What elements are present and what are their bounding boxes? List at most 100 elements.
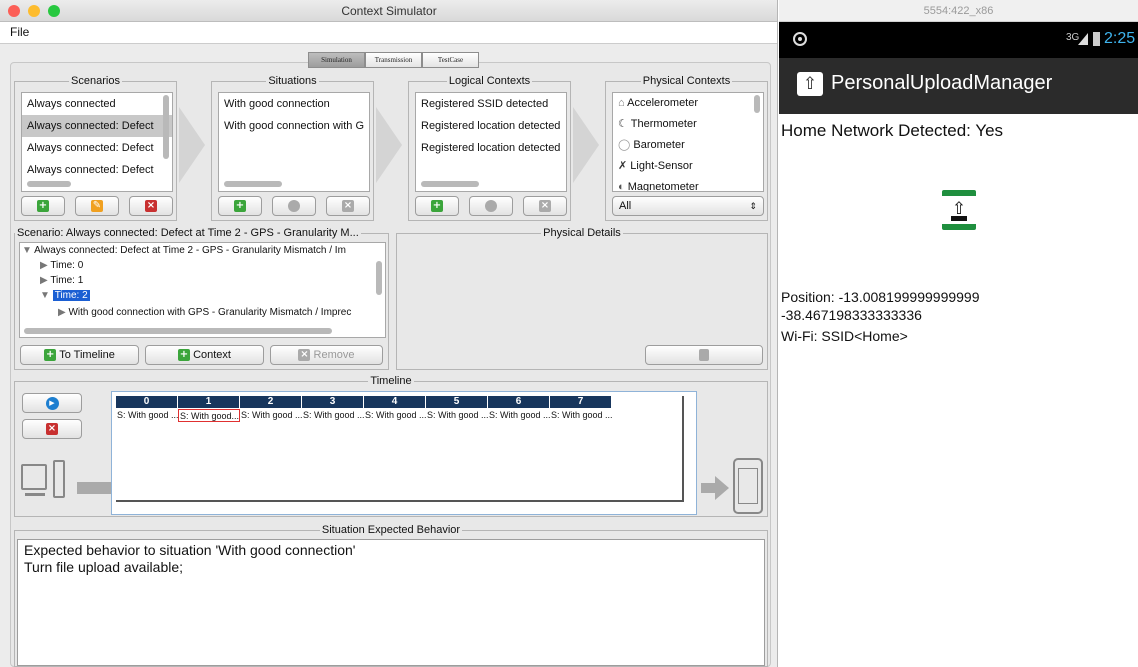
timeline-column-header[interactable]: 0	[116, 396, 178, 408]
list-item-label: Accelerometer	[627, 97, 699, 109]
list-item-label: Magnetometer	[627, 181, 699, 192]
list-item[interactable]: With good connection	[219, 93, 369, 115]
to-timeline-button[interactable]: + To Timeline	[20, 345, 139, 365]
timeline-column-header[interactable]: 6	[488, 396, 550, 408]
horizontal-scrollbar[interactable]	[24, 328, 332, 334]
list-item[interactable]: Always connected: Defect	[22, 159, 172, 181]
scenario-tree[interactable]: ▼ Always connected: Defect at Time 2 - G…	[19, 242, 386, 338]
timeline-column-header[interactable]: 5	[426, 396, 488, 408]
position-line: Position: -13.008199999999999	[781, 289, 980, 305]
filter-value: All	[619, 200, 632, 212]
play-button[interactable]: ▶	[22, 393, 82, 413]
timeline-cell[interactable]: S: With good ...	[488, 409, 550, 422]
timeline-column-header[interactable]: 3	[302, 396, 364, 408]
timeline-column-header[interactable]: 1	[178, 396, 240, 408]
edit-disabled-icon	[485, 200, 497, 212]
context-button[interactable]: + Context	[145, 345, 264, 365]
timeline-cell[interactable]: S: With good ...	[240, 409, 302, 422]
menu-file[interactable]: File	[10, 25, 29, 39]
tree-node-label: Time: 0	[50, 260, 84, 271]
remove-button[interactable]: × Remove	[270, 345, 383, 365]
tree-node-time-0[interactable]: ▶ Time: 0	[40, 260, 83, 272]
list-item[interactable]: ✗ Light-Sensor	[613, 156, 763, 177]
tree-node-time-1[interactable]: ▶ Time: 1	[40, 275, 83, 287]
timeline-column-header[interactable]: 7	[550, 396, 612, 408]
situations-list[interactable]: With good connection With good connectio…	[218, 92, 370, 192]
thermometer-icon: ☾	[618, 118, 628, 130]
timeline-cell-selected[interactable]: S: With good...	[178, 409, 240, 422]
timeline-table[interactable]: 0 1 2 3 4 5 6 7 S: With good ... S: With…	[111, 391, 697, 515]
physical-contexts-list[interactable]: ⌂ Accelerometer ☾ Thermometer ◯ Baromete…	[612, 92, 764, 192]
scenarios-group: Scenarios Always connected Always connec…	[14, 75, 177, 221]
save-physical-details-button[interactable]	[645, 345, 763, 365]
vertical-scrollbar[interactable]	[376, 261, 382, 295]
delete-disabled-icon: ×	[342, 200, 354, 212]
timeline-cell[interactable]: S: With good ...	[302, 409, 364, 422]
mode-tabs: Simulation Transmission TestCase	[308, 52, 479, 68]
scenarios-title: Scenarios	[69, 75, 122, 87]
upload-button[interactable]: ⇧	[942, 190, 976, 230]
tab-testcase[interactable]: TestCase	[422, 52, 479, 68]
list-item[interactable]: Always connected	[22, 93, 172, 115]
edit-logical-context-button[interactable]	[469, 196, 513, 216]
arrow-head-decoration	[715, 476, 729, 500]
timeline-cell[interactable]: S: With good ...	[426, 409, 488, 422]
physical-contexts-title: Physical Contexts	[640, 75, 733, 87]
list-item[interactable]: ☾ Thermometer	[613, 114, 763, 135]
vertical-scrollbar[interactable]	[163, 95, 169, 159]
tab-simulation[interactable]: Simulation	[308, 52, 365, 68]
logical-contexts-list[interactable]: Registered SSID detected Registered loca…	[415, 92, 567, 192]
horizontal-scrollbar[interactable]	[27, 181, 71, 187]
timeline-cell[interactable]: S: With good ...	[364, 409, 426, 422]
delete-logical-context-button[interactable]: ×	[523, 196, 567, 216]
horizontal-scrollbar[interactable]	[421, 181, 479, 187]
tree-root[interactable]: ▼ Always connected: Defect at Time 2 - G…	[22, 245, 346, 257]
physical-context-filter-select[interactable]: All ⇕	[612, 196, 764, 216]
title-bar: Context Simulator	[0, 0, 777, 22]
delete-scenario-button[interactable]: ×	[129, 196, 173, 216]
horizontal-scrollbar[interactable]	[224, 181, 282, 187]
plus-icon: +	[431, 200, 443, 212]
add-scenario-button[interactable]: +	[21, 196, 65, 216]
collapsed-arrow-icon: ▶	[40, 275, 48, 286]
list-item[interactable]: Registered location detected	[416, 137, 566, 159]
add-logical-context-button[interactable]: +	[415, 196, 459, 216]
vertical-scrollbar[interactable]	[754, 95, 760, 113]
list-item[interactable]: ◯ Barometer	[613, 135, 763, 156]
list-item[interactable]: Always connected: Defect	[22, 137, 172, 159]
tree-node-label: Time: 1	[50, 275, 84, 286]
accelerometer-icon: ⌂	[618, 97, 625, 109]
list-item[interactable]: Registered SSID detected	[416, 93, 566, 115]
delete-situation-button[interactable]: ×	[326, 196, 370, 216]
plus-icon: +	[178, 349, 190, 361]
computer-icon	[21, 460, 71, 502]
list-item[interactable]: With good connection with G	[219, 115, 369, 137]
tab-transmission[interactable]: Transmission	[365, 52, 422, 68]
clear-timeline-button[interactable]: ×	[22, 419, 82, 439]
app-upload-icon: ⇧	[797, 72, 823, 96]
timeline-column-header[interactable]: 2	[240, 396, 302, 408]
tree-node-situation[interactable]: ▶ With good connection with GPS - Granul…	[58, 307, 351, 319]
button-label: Remove	[313, 349, 355, 361]
timeline-cell[interactable]: S: With good ...	[116, 409, 178, 422]
timeline-group: Timeline ▶ × 0 1 2 3 4 5 6 7 S: With goo…	[14, 375, 768, 517]
scenarios-list[interactable]: Always connected Always connected: Defec…	[21, 92, 173, 192]
list-item-label: Barometer	[633, 139, 685, 151]
list-item[interactable]: ◐ Magnetometer	[613, 177, 763, 192]
list-item[interactable]: Registered location detected	[416, 115, 566, 137]
window-title: Context Simulator	[341, 4, 437, 18]
list-item[interactable]: ⌂ Accelerometer	[613, 93, 763, 114]
timeline-cell[interactable]: S: With good ...	[550, 409, 612, 422]
edit-situation-button[interactable]	[272, 196, 316, 216]
add-situation-button[interactable]: +	[218, 196, 262, 216]
edit-scenario-button[interactable]: ✎	[75, 196, 119, 216]
expected-behavior-textarea[interactable]: Expected behavior to situation 'With goo…	[17, 539, 765, 666]
tree-node-label: With good connection with GPS - Granular…	[68, 307, 352, 318]
tree-root-label: Always connected: Defect at Time 2 - GPS…	[34, 245, 346, 256]
app-action-bar: ⇧ PersonalUploadManager	[779, 58, 1138, 114]
home-network-status: Home Network Detected: Yes	[781, 121, 1004, 140]
list-item-selected[interactable]: Always connected: Defect	[22, 115, 172, 137]
tree-node-time-2[interactable]: ▼ Time: 2	[40, 290, 90, 302]
timeline-column-header[interactable]: 4	[364, 396, 426, 408]
button-label: Context	[193, 349, 231, 361]
